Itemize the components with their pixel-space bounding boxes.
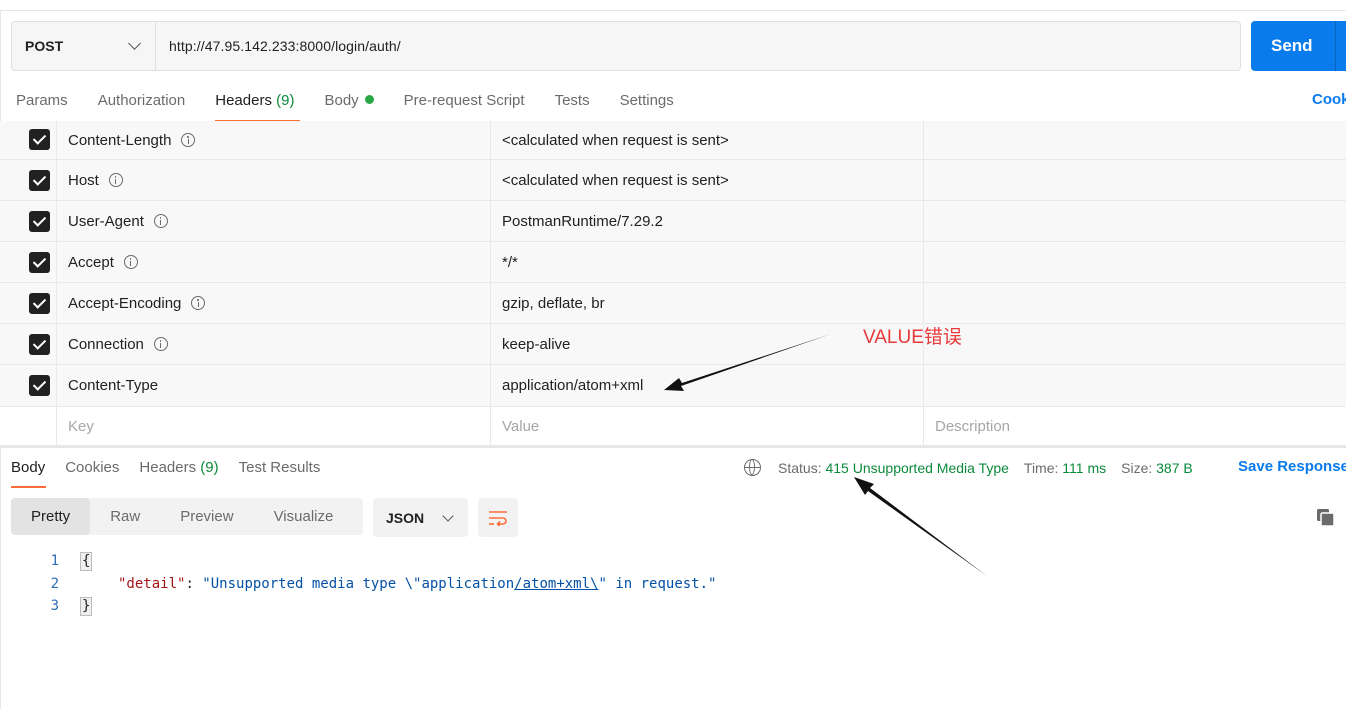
annotation-arrows	[664, 334, 987, 576]
arrow-to-value	[664, 334, 831, 391]
arrow-to-status	[854, 477, 987, 576]
